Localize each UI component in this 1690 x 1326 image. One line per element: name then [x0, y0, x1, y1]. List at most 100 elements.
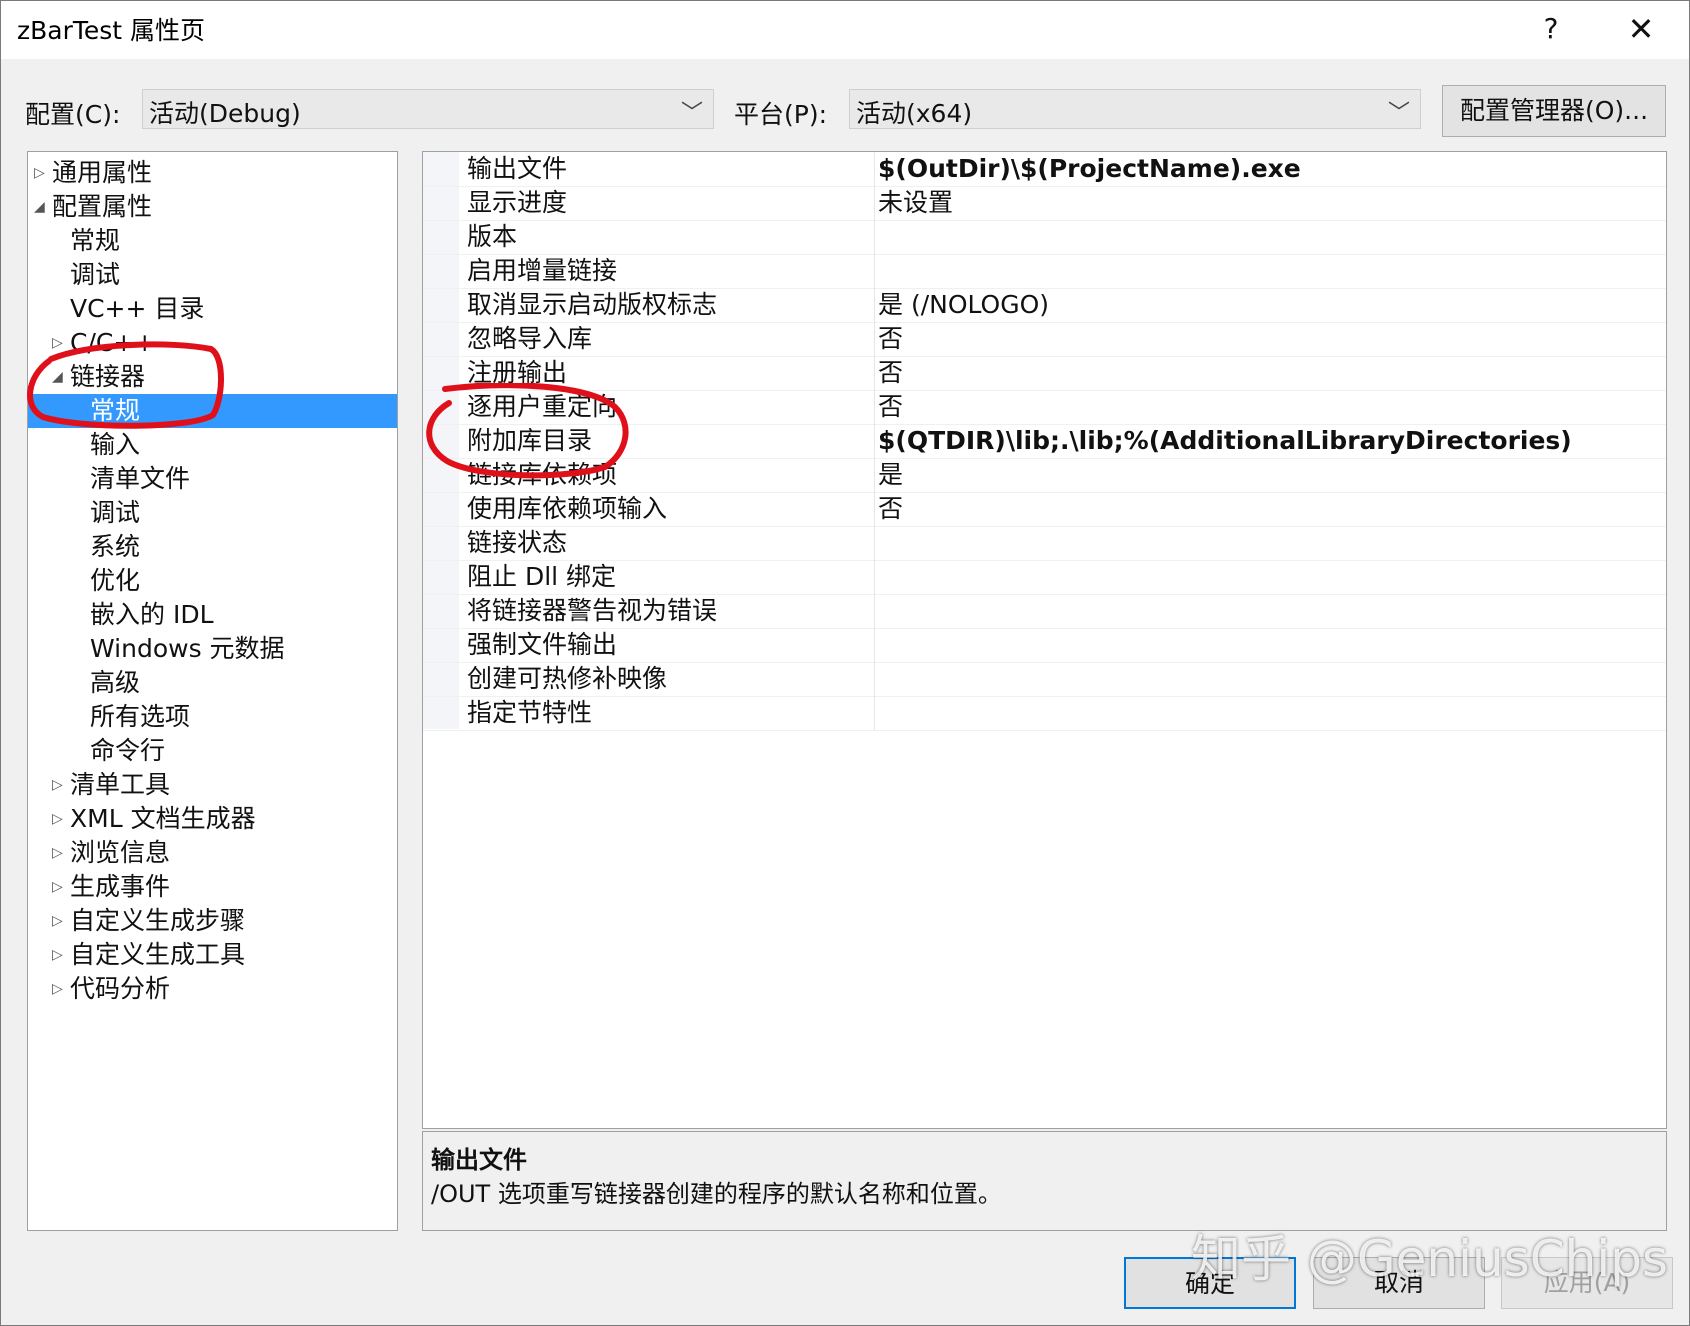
tree-item[interactable]: 常规 [28, 224, 397, 258]
column-divider[interactable] [874, 288, 875, 322]
column-divider[interactable] [874, 662, 875, 696]
close-button[interactable]: ✕ [1617, 7, 1665, 51]
property-value[interactable]: 未设置 [878, 186, 953, 220]
property-row[interactable]: 注册输出 否 [423, 356, 1666, 391]
configuration-manager-button[interactable]: 配置管理器(O)... [1442, 85, 1666, 137]
tree-item-label: 代码分析 [70, 974, 171, 1003]
platform-dropdown[interactable]: 活动(x64) ﹀ [849, 89, 1421, 129]
expand-arrow-icon[interactable]: ▷ [52, 870, 63, 904]
property-row[interactable]: 忽略导入库 否 [423, 322, 1666, 357]
property-name: 附加库目录 [467, 426, 593, 455]
property-row[interactable]: 使用库依赖项输入 否 [423, 492, 1666, 527]
expand-arrow-icon[interactable]: ▷ [52, 972, 63, 1006]
property-row[interactable]: 版本 [423, 220, 1666, 255]
apply-button[interactable]: 应用(A) [1501, 1257, 1673, 1309]
property-name: 显示进度 [467, 188, 568, 217]
property-row[interactable]: 输出文件 $(OutDir)\$(ProjectName).exe [423, 152, 1666, 187]
collapse-arrow-icon[interactable]: ◢ [34, 190, 45, 224]
column-divider[interactable] [874, 186, 875, 220]
expand-arrow-icon[interactable]: ▷ [34, 156, 45, 190]
property-row[interactable]: 启用增量链接 [423, 254, 1666, 289]
tree-item[interactable]: 所有选项 [28, 700, 397, 734]
column-divider[interactable] [874, 560, 875, 594]
tree-item[interactable]: 嵌入的 IDL [28, 598, 397, 632]
property-value[interactable]: 是 (/NOLOGO) [878, 288, 1049, 322]
expand-arrow-icon[interactable]: ▷ [52, 802, 63, 836]
description-title: 输出文件 [431, 1146, 527, 1174]
expand-arrow-icon[interactable]: ▷ [52, 326, 63, 360]
property-row[interactable]: 创建可热修补映像 [423, 662, 1666, 697]
tree-item-label: XML 文档生成器 [70, 804, 256, 833]
property-row[interactable]: 显示进度 未设置 [423, 186, 1666, 221]
column-divider[interactable] [874, 424, 875, 458]
tree-item[interactable]: 系统 [28, 530, 397, 564]
tree-item[interactable]: ▷ 通用属性 [28, 156, 397, 190]
property-row[interactable]: 链接状态 [423, 526, 1666, 561]
property-name: 链接状态 [467, 528, 568, 557]
tree-item[interactable]: 清单文件 [28, 462, 397, 496]
tree-item[interactable]: 高级 [28, 666, 397, 700]
property-value[interactable]: 否 [878, 356, 903, 390]
property-row[interactable]: 取消显示启动版权标志 是 (/NOLOGO) [423, 288, 1666, 323]
property-row[interactable]: 强制文件输出 [423, 628, 1666, 663]
collapse-arrow-icon[interactable]: ◢ [52, 360, 63, 394]
config-dropdown[interactable]: 活动(Debug) ﹀ [142, 89, 714, 129]
tree-item[interactable]: 优化 [28, 564, 397, 598]
property-row[interactable]: 链接库依赖项 是 [423, 458, 1666, 493]
tree-item[interactable]: Windows 元数据 [28, 632, 397, 666]
column-divider[interactable] [874, 492, 875, 526]
column-divider[interactable] [874, 696, 875, 730]
help-button[interactable]: ? [1531, 7, 1571, 51]
tree-item[interactable]: ▷ 清单工具 [28, 768, 397, 802]
tree-item[interactable]: ▷ 生成事件 [28, 870, 397, 904]
tree-item[interactable]: 调试 [28, 496, 397, 530]
tree-item[interactable]: ▷ C/C++ [28, 326, 397, 360]
column-divider[interactable] [874, 390, 875, 424]
tree-item[interactable]: ▷ XML 文档生成器 [28, 802, 397, 836]
cancel-button[interactable]: 取消 [1313, 1257, 1485, 1309]
column-divider[interactable] [874, 322, 875, 356]
ok-button[interactable]: 确定 [1124, 1257, 1296, 1309]
property-value[interactable]: $(OutDir)\$(ProjectName).exe [878, 152, 1301, 186]
tree-item[interactable]: ◢ 链接器 [28, 360, 397, 394]
property-value[interactable]: 否 [878, 322, 903, 356]
tree-item[interactable]: 命令行 [28, 734, 397, 768]
tree-item-label: 常规 [90, 396, 141, 425]
property-value[interactable]: 否 [878, 492, 903, 526]
config-dropdown-value: 活动(Debug) [149, 99, 301, 128]
expand-arrow-icon[interactable]: ▷ [52, 938, 63, 972]
column-divider[interactable] [874, 594, 875, 628]
tree-item[interactable]: 输入 [28, 428, 397, 462]
column-divider[interactable] [874, 356, 875, 390]
column-divider[interactable] [874, 152, 875, 186]
property-row[interactable]: 阻止 Dll 绑定 [423, 560, 1666, 595]
property-row[interactable]: 将链接器警告视为错误 [423, 594, 1666, 629]
tree-item[interactable]: 调试 [28, 258, 397, 292]
tree-item[interactable]: ▷ 代码分析 [28, 972, 397, 1006]
property-row[interactable]: 指定节特性 [423, 696, 1666, 731]
property-row[interactable]: 逐用户重定向 否 [423, 390, 1666, 425]
column-divider[interactable] [874, 526, 875, 560]
property-name: 阻止 Dll 绑定 [467, 562, 617, 591]
property-tree: ▷ 通用属性 ◢ 配置属性 常规 调试 VC++ 目录 ▷ C/C++ ◢ 链接器 常规 输入 清单文件调… [27, 151, 398, 1231]
property-value[interactable]: 否 [878, 390, 903, 424]
column-divider[interactable] [874, 628, 875, 662]
expand-arrow-icon[interactable]: ▷ [52, 768, 63, 802]
column-divider[interactable] [874, 254, 875, 288]
column-divider[interactable] [874, 220, 875, 254]
property-row[interactable]: 附加库目录 $(QTDIR)\lib;.\lib;%(AdditionalLibr… [423, 424, 1666, 459]
property-value[interactable]: 是 [878, 458, 903, 492]
tree-item-label: 清单文件 [90, 464, 191, 493]
column-divider[interactable] [874, 458, 875, 492]
tree-item-label: 自定义生成步骤 [70, 906, 246, 935]
expand-arrow-icon[interactable]: ▷ [52, 904, 63, 938]
tree-item[interactable]: ▷ 浏览信息 [28, 836, 397, 870]
tree-item[interactable]: ▷ 自定义生成工具 [28, 938, 397, 972]
tree-item[interactable]: ◢ 配置属性 [28, 190, 397, 224]
tree-item[interactable]: 常规 [28, 394, 397, 428]
tree-item[interactable]: ▷ 自定义生成步骤 [28, 904, 397, 938]
expand-arrow-icon[interactable]: ▷ [52, 836, 63, 870]
tree-item[interactable]: VC++ 目录 [28, 292, 397, 326]
tree-item-label: C/C++ [70, 328, 156, 357]
property-value[interactable]: $(QTDIR)\lib;.\lib;%(AdditionalLibraryDi… [878, 424, 1572, 458]
